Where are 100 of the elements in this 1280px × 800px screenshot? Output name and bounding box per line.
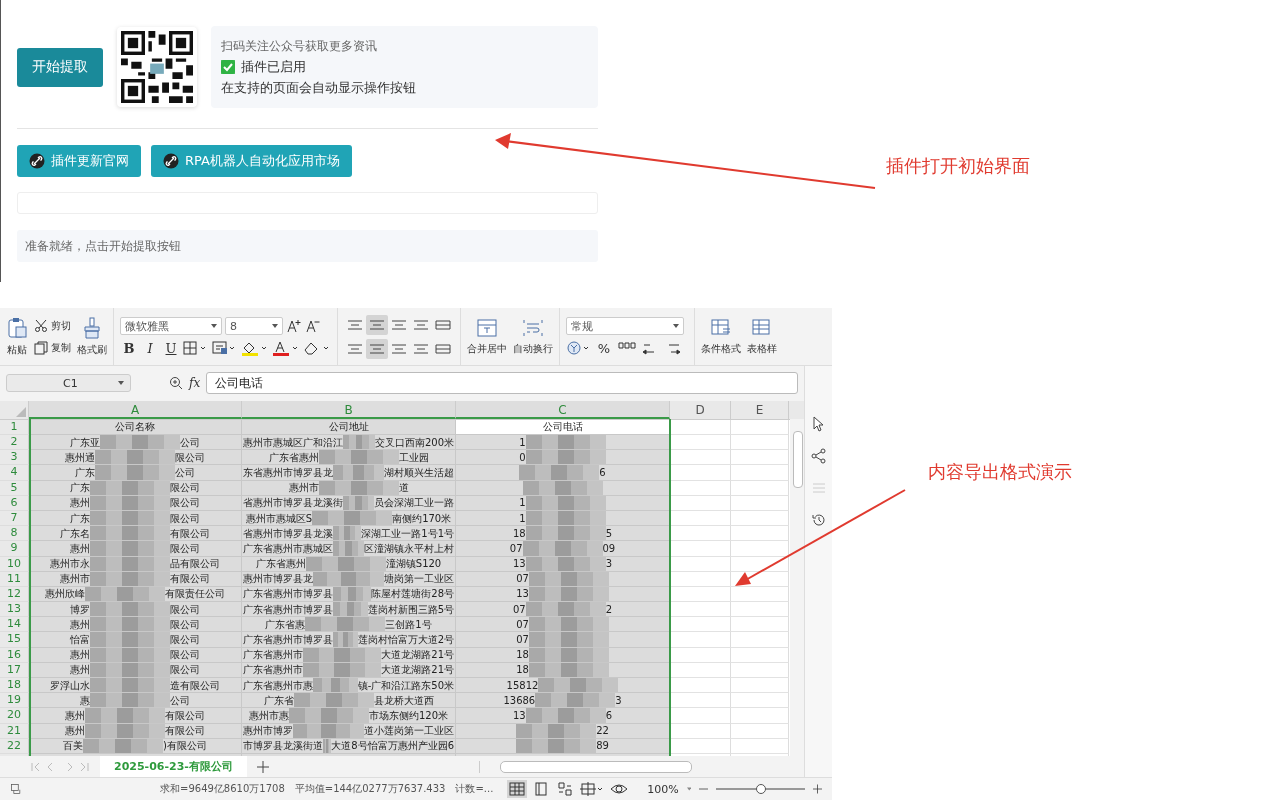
table-cell (731, 738, 789, 754)
macro-icon[interactable] (10, 782, 23, 796)
cell-text: 广东名 (60, 526, 90, 540)
vertical-scrollbar[interactable] (790, 418, 805, 756)
cell-text: 惠州 (70, 541, 90, 555)
number-format-select[interactable]: 常规 (566, 317, 684, 335)
add-sheet-icon[interactable] (256, 760, 269, 773)
normal-view-icon[interactable] (507, 780, 528, 798)
table-cell (670, 495, 731, 511)
cell-text: 惠州 (70, 663, 90, 677)
cell-text: 品有限公司 (170, 557, 220, 571)
font-color-icon[interactable] (272, 340, 300, 356)
italic-button[interactable]: I (141, 340, 159, 356)
cell-text: 市场东侧约120米 (368, 709, 449, 722)
row-header[interactable]: 2 (0, 435, 29, 451)
bold-button[interactable]: B (120, 340, 138, 356)
align-icon[interactable] (366, 338, 388, 359)
zoom-level[interactable]: 100% (647, 782, 679, 796)
conditional-format-button[interactable]: 条件格式 (701, 317, 741, 356)
table-cell (731, 495, 789, 511)
cell-text: 惠州 (70, 617, 90, 631)
formula-field[interactable]: 公司电话 (206, 372, 799, 395)
table-style-button[interactable]: 表格样 (747, 317, 777, 356)
zoom-in-icon[interactable] (813, 783, 822, 795)
status-stat: 平均值=144亿0277万7637.433 (294, 782, 446, 796)
row-header[interactable]: 20 (0, 708, 29, 724)
align-icon[interactable] (366, 314, 388, 335)
column-header[interactable]: E (731, 400, 789, 419)
cell-text: 交叉口西南200米 (374, 435, 454, 449)
cell-text: 潼湖镇S120 (385, 557, 442, 571)
shrink-font-icon[interactable] (305, 318, 321, 334)
cell-text: 22 (596, 724, 609, 738)
cell-text: 13 (512, 557, 526, 571)
cell-text: 道小莲岗第一工业区 (364, 724, 454, 738)
annotation-label: 插件打开初始界面 (886, 154, 1030, 178)
name-box[interactable]: C1 (6, 374, 131, 393)
share-icon[interactable] (810, 448, 827, 464)
sheet-tab[interactable]: 2025-06-23-有限公司 (100, 756, 247, 777)
table-cell (670, 723, 731, 739)
underline-button[interactable]: U (162, 340, 180, 356)
cell-text: 限公司 (175, 450, 205, 464)
percent-button[interactable]: % (595, 340, 613, 356)
cell-text: 3 (615, 693, 622, 707)
row-header[interactable]: 18 (0, 678, 29, 694)
row-header[interactable]: 15 (0, 632, 29, 648)
cell-text: 广东 (75, 466, 95, 479)
status-stat: 计数=... (455, 782, 494, 796)
column-header[interactable]: B (242, 400, 456, 419)
zoom-icon[interactable] (169, 376, 183, 391)
link-button[interactable]: RPA机器人自动化应用市场 (151, 145, 352, 177)
cell-text: 07 (516, 617, 529, 631)
cell-text: 有限责任公司 (165, 587, 225, 601)
history-icon[interactable] (810, 512, 827, 528)
cell-text: 0 (519, 450, 526, 464)
link-button[interactable]: 插件更新官网 (17, 145, 141, 177)
status-message: 准备就绪，点击开始提取按钮 (17, 230, 598, 262)
cell-text: 限公司 (170, 481, 200, 495)
row-header[interactable]: 14 (0, 617, 29, 633)
function-label[interactable]: fx (189, 376, 201, 391)
table-cell (670, 662, 731, 678)
table-cell (670, 435, 731, 451)
cell-text: 道 (398, 481, 409, 495)
cell-text: 县龙桥大道西 (373, 693, 434, 707)
table-cell (731, 723, 789, 739)
cell-text: 公司 (170, 693, 190, 707)
format-painter-button[interactable]: 格式刷 (77, 316, 107, 357)
table-cell (670, 450, 731, 466)
row-header[interactable]: 19 (0, 693, 29, 709)
copy-button[interactable]: 复制 (34, 340, 71, 355)
cell-text: 89 (596, 739, 609, 753)
fill-color-icon[interactable] (241, 340, 269, 356)
grow-font-icon[interactable] (286, 318, 302, 334)
cell-text: 惠 (80, 693, 90, 707)
clipboard-icon (6, 316, 28, 339)
cell-text: 省惠州市博罗县龙溪 (243, 526, 333, 540)
font-select[interactable]: 微软雅黑 (120, 317, 222, 335)
column-header[interactable]: C (456, 400, 670, 419)
wrap-text-button[interactable]: 自动换行 (513, 317, 553, 356)
cell-text: 09 (602, 541, 616, 555)
row-header[interactable]: 4 (0, 465, 29, 481)
cell-text: 限公司 (170, 663, 200, 677)
column-header[interactable]: D (670, 400, 731, 419)
table-cell (670, 571, 731, 587)
font-size-select[interactable]: 8 (225, 317, 283, 335)
table-icon (751, 317, 773, 338)
slider-thumb[interactable] (755, 784, 766, 794)
cut-button[interactable]: 剪切 (34, 318, 71, 333)
row-header[interactable]: 13 (0, 602, 29, 618)
paste-button[interactable]: 粘贴 (6, 316, 28, 357)
row-header[interactable]: 3 (0, 450, 29, 466)
table-cell (731, 662, 789, 678)
start-button[interactable]: 开始提取 (17, 47, 103, 87)
row-header[interactable]: 9 (0, 541, 29, 557)
cell-text: 惠州 (70, 496, 90, 510)
column-header[interactable]: A (29, 400, 242, 419)
cell-text: 惠州市惠城区S (245, 511, 313, 525)
merge-center-button[interactable]: 合并居中 (467, 317, 507, 356)
row-header[interactable]: 8 (0, 526, 29, 542)
eraser-icon[interactable] (303, 340, 331, 356)
cell-text: 广东省惠州市博罗县 (243, 633, 333, 647)
